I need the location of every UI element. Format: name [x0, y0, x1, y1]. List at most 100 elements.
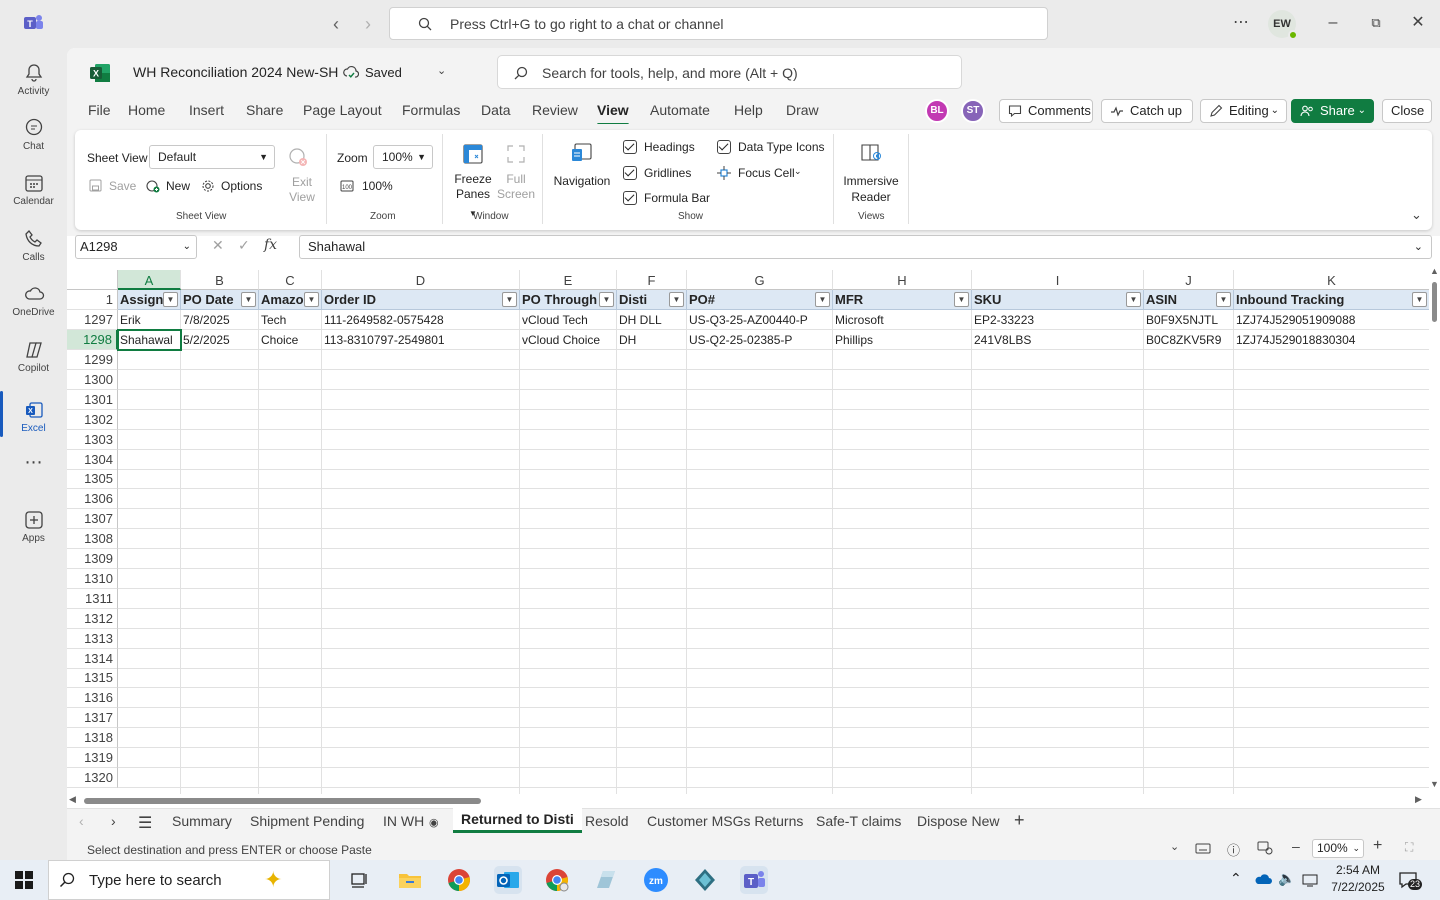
table-header-cell[interactable]: Order ID ▼ [322, 290, 520, 310]
row-header[interactable]: 1310 [67, 568, 118, 589]
rail-item-onedrive[interactable]: OneDrive [0, 275, 67, 329]
table-cell[interactable]: 5/2/2025 [181, 330, 259, 350]
sheet-tab-customer-msgs-returns[interactable]: Customer MSGs Returns [647, 813, 803, 829]
table-cell[interactable]: 1ZJ74J529018830304 [1234, 330, 1430, 350]
scroll-left-arrow-icon[interactable]: ◀ [69, 794, 76, 805]
column-header-k[interactable]: K [1234, 270, 1430, 290]
row-header[interactable]: 1316 [67, 688, 118, 709]
filter-dropdown-icon[interactable]: ▼ [954, 292, 969, 307]
app-diamond-icon[interactable] [691, 866, 719, 894]
share-button[interactable]: Share ⌄ [1291, 99, 1374, 123]
headings-checkbox[interactable] [623, 140, 637, 154]
teams-logo-icon[interactable]: T [22, 12, 44, 34]
vertical-scrollbar[interactable]: ▲ ▼ [1429, 266, 1440, 794]
title-chevron-down-icon[interactable]: ⌄ [437, 64, 446, 77]
collaborator-avatar[interactable]: BL [925, 99, 949, 123]
taskbar-search-input[interactable]: Type here to search ✦ [48, 860, 330, 900]
table-cell[interactable]: B0C8ZKV5R9 [1144, 330, 1234, 350]
ribbon-collapse-chevron-icon[interactable]: ⌄ [1411, 207, 1422, 223]
minimize-icon[interactable]: – [1321, 12, 1345, 36]
row-header[interactable]: 1317 [67, 708, 118, 729]
rail-item-calls[interactable]: Calls [0, 220, 67, 274]
navigation-button[interactable]: Navigation [551, 141, 613, 191]
back-arrow-icon[interactable]: ‹ [326, 14, 346, 34]
table-cell[interactable]: 7/8/2025 [181, 310, 259, 330]
table-header-cell[interactable]: Inbound Tracking ▼ [1234, 290, 1430, 310]
close-button[interactable]: Close [1382, 99, 1432, 123]
windows-start-icon[interactable] [15, 871, 33, 889]
row-header[interactable]: 1308 [67, 529, 118, 550]
taskbar-clock[interactable]: 2:54 AM 7/22/2025 [1328, 862, 1388, 896]
select-all-corner[interactable] [67, 270, 118, 290]
forward-arrow-icon[interactable]: › [358, 14, 378, 34]
table-cell[interactable]: vCloud Tech [520, 310, 617, 330]
menu-review[interactable]: Review [532, 102, 578, 118]
row-header[interactable]: 1306 [67, 489, 118, 510]
more-options-icon[interactable]: ⋯ [1229, 12, 1253, 36]
column-header-c[interactable]: C [259, 270, 322, 290]
immersive-reader-button[interactable]: Immersive Reader [838, 141, 904, 204]
menu-data[interactable]: Data [481, 102, 511, 118]
table-header-cell[interactable]: Assigne ▼ [118, 290, 181, 310]
zoom-dropdown[interactable]: 100% ▼ [373, 145, 433, 169]
row-header[interactable]: 1309 [67, 549, 118, 569]
zoom-in-plus-icon[interactable]: + [1373, 837, 1382, 855]
menu-share[interactable]: Share [246, 102, 283, 118]
row-header[interactable]: 1318 [67, 728, 118, 749]
filter-dropdown-icon[interactable]: ▼ [1216, 292, 1231, 307]
column-header-a[interactable]: A [118, 270, 181, 290]
catch-up-button[interactable]: Catch up [1101, 99, 1193, 123]
row-header[interactable]: 1319 [67, 748, 118, 768]
user-avatar[interactable]: EW [1268, 10, 1298, 40]
next-sheet-arrow-icon[interactable]: › [111, 813, 116, 829]
row-header[interactable]: 1302 [67, 409, 118, 430]
menu-insert[interactable]: Insert [189, 102, 224, 118]
row-header[interactable]: 1313 [67, 628, 118, 649]
table-header-cell[interactable]: Amazo ▼ [259, 290, 322, 310]
table-cell[interactable]: 111-2649582-0575428 [322, 310, 520, 330]
filter-dropdown-icon[interactable]: ▼ [163, 292, 178, 307]
table-cell[interactable]: Phillips [833, 330, 972, 350]
editing-mode-button[interactable]: Editing ⌄ [1200, 99, 1287, 123]
row-header[interactable]: 1303 [67, 429, 118, 450]
filter-dropdown-icon[interactable]: ▼ [1126, 292, 1141, 307]
table-header-cell[interactable]: PO# ▼ [687, 290, 833, 310]
row-header[interactable]: 1 [67, 290, 118, 310]
table-header-cell[interactable]: SKU ▼ [972, 290, 1144, 310]
table-cell[interactable]: 113-8310797-2549801 [322, 330, 520, 350]
sheet-tab-safe-t-claims[interactable]: Safe-T claims [816, 813, 901, 829]
gridlines-checkbox[interactable] [623, 166, 637, 180]
scroll-up-arrow-icon[interactable]: ▲ [1430, 266, 1439, 276]
formula-bar-checkbox[interactable] [623, 191, 637, 205]
sheet-view-dropdown[interactable]: Default ▼ [149, 145, 275, 169]
column-header-h[interactable]: H [833, 270, 972, 290]
menu-help[interactable]: Help [734, 102, 763, 118]
file-explorer-icon[interactable] [396, 866, 424, 894]
row-header[interactable]: 1300 [67, 369, 118, 390]
all-sheets-menu-icon[interactable]: ☰ [138, 813, 152, 833]
close-window-icon[interactable]: ✕ [1406, 12, 1430, 36]
freeze-panes-button[interactable]: Freeze Panes ▼ [453, 143, 493, 218]
table-cell[interactable]: vCloud Choice [520, 330, 617, 350]
sheet-tab-resold[interactable]: Resold [585, 813, 629, 829]
table-cell[interactable]: DH [617, 330, 687, 350]
tray-chevron-up-icon[interactable]: ⌃ [1230, 870, 1242, 887]
horizontal-scroll-thumb[interactable] [84, 798, 481, 804]
rail-item-calendar[interactable]: Calendar [0, 164, 67, 218]
onedrive-tray-icon[interactable] [1254, 872, 1272, 886]
table-cell[interactable]: 1ZJ74J529051909088 [1234, 310, 1430, 330]
fullscreen-icon[interactable]: ⛶ [1405, 840, 1413, 855]
filter-dropdown-icon[interactable]: ▼ [304, 292, 319, 307]
table-cell[interactable]: Erik [118, 310, 181, 330]
rail-item-excel[interactable]: X Excel [0, 391, 67, 445]
table-cell[interactable]: Microsoft [833, 310, 972, 330]
table-header-cell[interactable]: PO Date ▼ [181, 290, 259, 310]
name-box[interactable]: A1298 ⌄ [75, 235, 197, 259]
menu-automate[interactable]: Automate [650, 102, 710, 118]
table-header-cell[interactable]: MFR ▼ [833, 290, 972, 310]
table-cell[interactable]: Choice [259, 330, 322, 350]
status-chevron-down-icon[interactable]: ⌄ [1170, 840, 1179, 853]
rail-item-more[interactable]: ⋯ [0, 453, 67, 477]
row-header[interactable]: 1320 [67, 767, 118, 788]
rail-item-chat[interactable]: Chat [0, 109, 67, 163]
